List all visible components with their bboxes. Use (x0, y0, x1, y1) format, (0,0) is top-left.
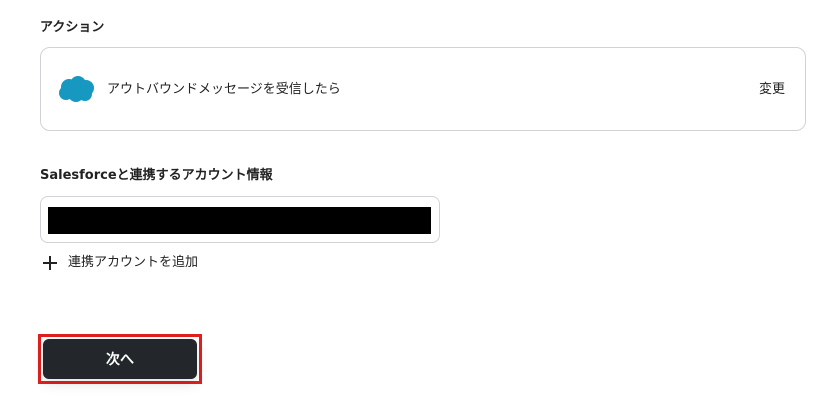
action-card[interactable]: アウトバウンドメッセージを受信したら 変更 (40, 47, 806, 131)
account-select-field[interactable] (40, 196, 440, 243)
action-trigger-text: アウトバウンドメッセージを受信したら (107, 82, 341, 97)
add-account-label: 連携アカウントを追加 (68, 255, 199, 270)
add-account-button[interactable]: 連携アカウントを追加 (42, 253, 198, 273)
plus-icon (42, 255, 58, 271)
redacted-account-value (48, 207, 431, 234)
next-button[interactable]: 次へ (43, 339, 197, 379)
salesforce-cloud-icon (59, 76, 94, 102)
action-section-label: アクション (40, 20, 105, 35)
change-action-link[interactable]: 変更 (759, 81, 785, 99)
account-section-label: Salesforceと連携するアカウント情報 (40, 168, 273, 183)
